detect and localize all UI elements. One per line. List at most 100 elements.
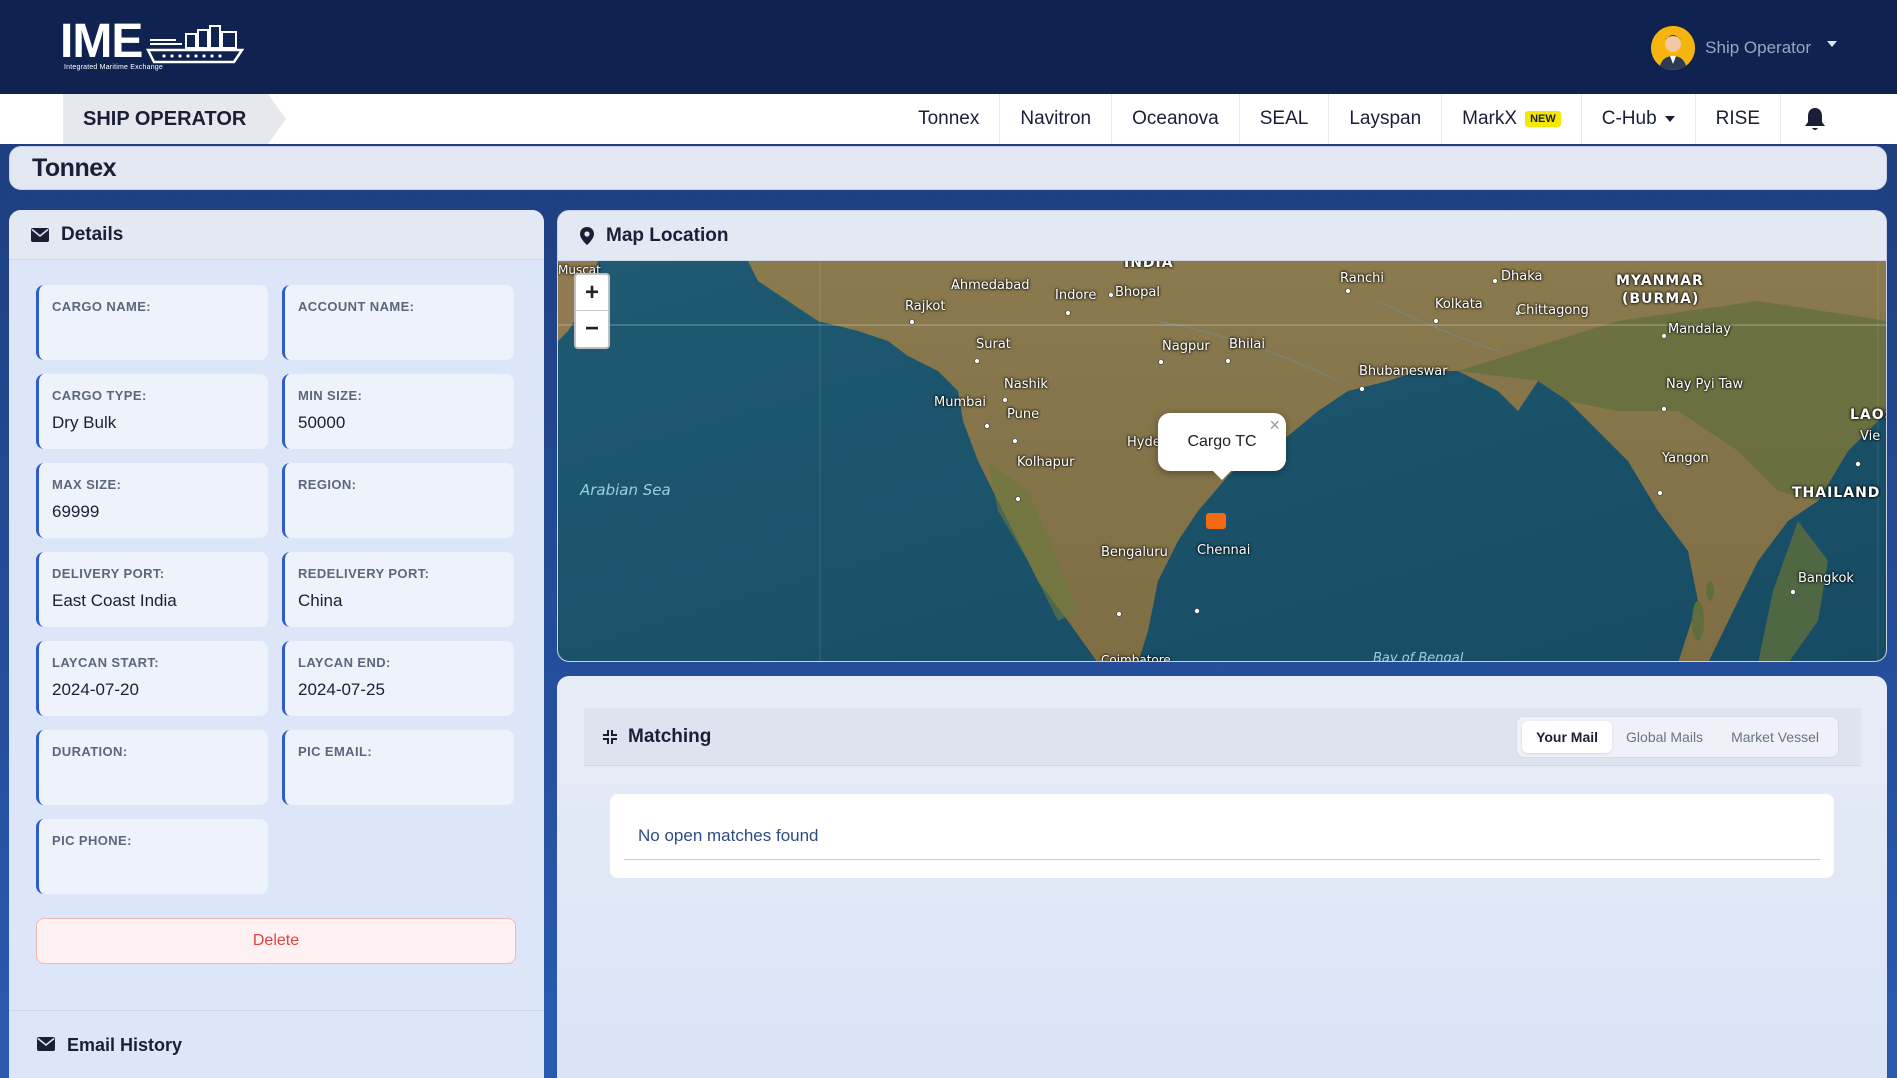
map-label: Bhilai — [1229, 337, 1265, 352]
nav-item-oceanova[interactable]: Oceanova — [1112, 94, 1240, 144]
field-redelivery-port: REDELIVERY PORT: China — [282, 552, 514, 627]
nav-item-layspan[interactable]: Layspan — [1329, 94, 1443, 144]
bell-icon — [1805, 108, 1825, 130]
matching-header: Matching Your Mail Global Mails Market V… — [584, 708, 1861, 766]
map-label: Bhopal — [1115, 285, 1160, 300]
cargo-popup: Cargo TC × — [1158, 413, 1286, 480]
field-label: MIN SIZE: — [298, 388, 363, 403]
map-label: Pune — [1007, 407, 1040, 422]
role-tab: SHIP OPERATOR — [63, 94, 286, 144]
tab-your-mail[interactable]: Your Mail — [1522, 721, 1613, 753]
field-value: 69999 — [52, 502, 100, 521]
field-label: PIC EMAIL: — [298, 744, 373, 759]
map-label: Surat — [976, 337, 1011, 352]
map-title: Map Location — [606, 224, 729, 246]
field-label: DURATION: — [52, 744, 128, 759]
matching-panel: Matching Your Mail Global Mails Market V… — [557, 676, 1887, 1078]
field-laycan-end: LAYCAN END: 2024-07-25 — [282, 641, 514, 716]
field-duration: DURATION: — [36, 730, 268, 805]
map-label: Dhaka — [1501, 269, 1543, 284]
email-history-header[interactable]: Email History — [9, 1010, 544, 1078]
nav-item-tonnex[interactable]: Tonnex — [898, 94, 1001, 144]
map-label: THAILAND — [1792, 485, 1881, 501]
map-label: Rajkot — [905, 299, 946, 314]
field-laycan-start: LAYCAN START: 2024-07-20 — [36, 641, 268, 716]
tab-market-vessel[interactable]: Market Vessel — [1717, 721, 1833, 753]
map-label: Bengaluru — [1101, 545, 1168, 560]
map-header: Map Location — [558, 211, 1886, 261]
envelope-icon — [37, 1037, 55, 1051]
new-badge: NEW — [1525, 111, 1561, 127]
map-label: Chennai — [1197, 543, 1251, 558]
field-cargo-type: CARGO TYPE: Dry Bulk — [36, 374, 268, 449]
field-label: REDELIVERY PORT: — [298, 566, 430, 581]
nav-item-label: SEAL — [1259, 108, 1309, 129]
field-label: LAYCAN START: — [52, 655, 160, 670]
nav-item-markx[interactable]: MarkX NEW — [1442, 94, 1582, 144]
zoom-in-button[interactable]: + — [576, 275, 608, 311]
nav-item-label: Tonnex — [918, 108, 980, 129]
map-label: Bhubaneswar — [1359, 364, 1448, 379]
map-label: Nay Pyi Taw — [1666, 377, 1744, 392]
field-label: CARGO TYPE: — [52, 388, 147, 403]
logo-text: IME — [60, 15, 143, 68]
nav-item-seal[interactable]: SEAL — [1240, 94, 1330, 144]
map-label: Kolhapur — [1017, 455, 1075, 470]
map-label: LAOS — [1850, 407, 1886, 423]
map-label: Mandalay — [1668, 322, 1731, 337]
map-label: Hyde — [1127, 435, 1161, 450]
popup-label: Cargo TC — [1187, 433, 1257, 450]
close-icon[interactable]: × — [1269, 415, 1280, 436]
zoom-controls: + − — [574, 273, 610, 349]
user-menu[interactable]: Ship Operator — [1651, 26, 1837, 70]
field-value: Dry Bulk — [52, 413, 117, 432]
map-label: Arabian Sea — [580, 481, 671, 499]
map-label: Bangkok — [1798, 571, 1854, 586]
nav-item-c-hub[interactable]: C-Hub — [1582, 94, 1696, 144]
field-label: ACCOUNT NAME: — [298, 299, 415, 314]
delete-button[interactable]: Delete — [36, 918, 516, 964]
map-view[interactable]: INDIA Muscat Ahmedabad Indore Bhopal Raj… — [558, 261, 1886, 662]
field-label: MAX SIZE: — [52, 477, 122, 492]
field-cargo-name: CARGO NAME: — [36, 285, 268, 360]
field-min-size: MIN SIZE: 50000 — [282, 374, 514, 449]
field-value: 50000 — [298, 413, 346, 432]
cargo-marker[interactable] — [1206, 513, 1226, 529]
tab-global-mails[interactable]: Global Mails — [1612, 721, 1717, 753]
map-label: Vie — [1860, 429, 1881, 444]
map-label: Chittagong — [1517, 303, 1589, 318]
map-label: MYANMAR — [1616, 273, 1704, 289]
compress-icon — [603, 729, 617, 744]
notifications-button[interactable] — [1781, 106, 1837, 132]
nav-item-navitron[interactable]: Navitron — [1000, 94, 1113, 144]
user-name[interactable]: Ship Operator — [1705, 38, 1811, 58]
map-label: Bay of Bengal — [1373, 651, 1464, 662]
map-label: INDIA — [1124, 261, 1174, 271]
chevron-down-icon[interactable] — [1827, 41, 1837, 47]
avatar[interactable] — [1651, 26, 1696, 70]
map-label: Kolkata — [1435, 297, 1483, 312]
map-label: Ahmedabad — [951, 278, 1030, 293]
field-label: PIC PHONE: — [52, 833, 132, 848]
zoom-out-button[interactable]: − — [576, 311, 608, 347]
nav-item-label: Navitron — [1020, 108, 1092, 129]
matching-title: Matching — [628, 725, 712, 747]
details-title: Details — [61, 223, 124, 245]
field-value: China — [298, 591, 343, 610]
field-label: DELIVERY PORT: — [52, 566, 165, 581]
map-label: (BURMA) — [1622, 291, 1700, 307]
map-panel: Map Location INDIA Muscat Ahmedabad Indo… — [557, 210, 1887, 662]
empty-state-text: No open matches found — [624, 794, 1820, 860]
field-pic-email: PIC EMAIL: — [282, 730, 514, 805]
field-pic-phone: PIC PHONE: — [36, 819, 268, 894]
ime-logo[interactable]: IME Integrated Maritime Exchange — [60, 15, 254, 71]
matching-tabs: Your Mail Global Mails Market Vessel — [1516, 716, 1839, 758]
page-title: Tonnex — [9, 146, 1887, 190]
field-region: REGION: — [282, 463, 514, 538]
ship-logo-icon — [146, 25, 245, 64]
map-label: Ranchi — [1340, 271, 1384, 286]
main-navbar: SHIP OPERATOR Tonnex Navitron Oceanova S… — [0, 94, 1897, 144]
caret-down-icon — [1664, 116, 1675, 122]
field-max-size: MAX SIZE: 69999 — [36, 463, 268, 538]
nav-item-rise[interactable]: RISE — [1696, 94, 1781, 144]
